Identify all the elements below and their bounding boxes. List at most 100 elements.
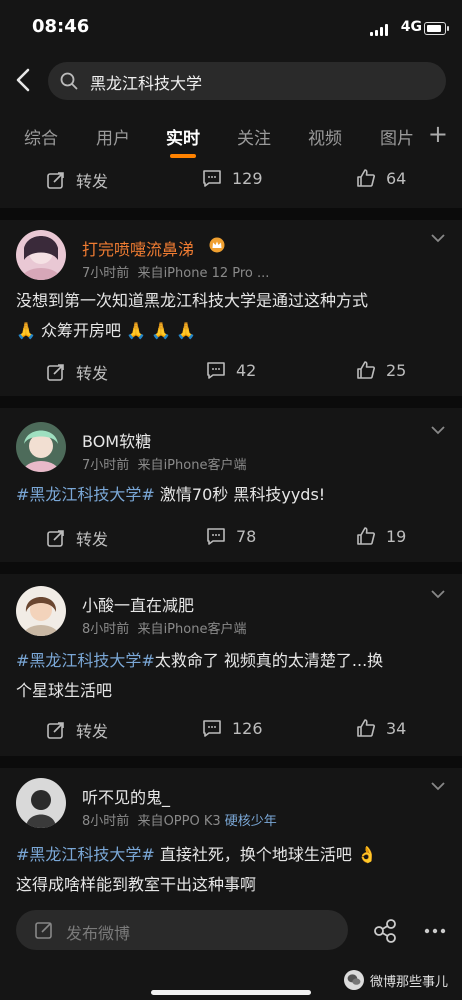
thumbs-up-icon <box>357 169 375 187</box>
chevron-down-icon[interactable] <box>430 232 446 244</box>
thumbs-up-icon <box>357 527 375 545</box>
post-time: 8小时前 <box>82 814 130 829</box>
comment-count: 78 <box>236 526 257 546</box>
search-query: 黑龙江科技大学 <box>90 74 203 93</box>
username[interactable]: 小酸一直在减肥 <box>82 592 194 616</box>
vip-crown-icon <box>209 237 225 253</box>
repost-icon <box>47 722 64 739</box>
post-source: iPhone客户端 <box>163 622 247 637</box>
chevron-down-icon[interactable] <box>430 780 446 792</box>
add-tab-icon[interactable]: + <box>428 120 448 148</box>
tab-following[interactable]: 关注 <box>237 124 271 149</box>
post-time: 8小时前 <box>82 622 130 637</box>
status-time: 08:46 <box>32 16 90 37</box>
repost-button[interactable]: 转发 <box>46 360 108 384</box>
avatar[interactable] <box>16 586 66 636</box>
post-actions: 转发 126 34 <box>0 718 462 748</box>
post-time: 7小时前 <box>82 458 130 473</box>
tab-video[interactable]: 视频 <box>308 124 342 149</box>
post-meta: 7小时前 来自iPhone 12 Pro ... <box>82 262 269 281</box>
back-arrow-icon[interactable] <box>12 66 36 94</box>
source-prefix: 来自 <box>137 458 164 473</box>
like-count: 64 <box>386 168 407 188</box>
post-text-line: 🙏 众筹开房吧 🙏 🙏 🙏 <box>16 321 197 340</box>
share-icon[interactable] <box>372 918 398 944</box>
battery-icon <box>424 22 449 35</box>
repost-button[interactable]: 转发 <box>46 526 108 550</box>
like-count: 25 <box>386 360 407 380</box>
avatar[interactable] <box>16 778 66 828</box>
post-text: #黑龙江科技大学# 直接社死，换个地球生活吧 👌 这得成啥样能到教室干出这种事啊 <box>16 840 446 900</box>
edit-icon <box>35 922 52 939</box>
post-text-body: 直接社死，换个地球生活吧 👌 <box>154 845 377 864</box>
like-button[interactable]: 34 <box>356 718 406 738</box>
comment-button[interactable]: 126 <box>202 718 263 738</box>
chevron-down-icon[interactable] <box>430 424 446 436</box>
signal-icon <box>370 24 390 36</box>
source-prefix: 来自 <box>137 814 164 829</box>
like-count: 19 <box>386 526 407 546</box>
hashtag-link[interactable]: #黑龙江科技大学# <box>16 651 155 670</box>
comment-button[interactable]: 78 <box>206 526 256 546</box>
post-actions: 转发 42 25 <box>0 360 462 390</box>
username[interactable]: 打完喷嚏流鼻涕 <box>82 236 194 260</box>
post-source: iPhone客户端 <box>163 458 247 473</box>
repost-label: 转发 <box>76 530 109 549</box>
repost-icon <box>47 530 64 547</box>
post-meta: 8小时前 来自OPPO K3 硬核少年 <box>82 810 277 829</box>
post-card[interactable]: 听不见的鬼_ 8小时前 来自OPPO K3 硬核少年 #黑龙江科技大学# 直接社… <box>0 778 462 904</box>
compose-placeholder: 发布微博 <box>66 924 131 943</box>
search-icon <box>60 72 78 90</box>
tab-comprehensive[interactable]: 综合 <box>24 124 58 149</box>
home-indicator <box>151 990 311 995</box>
post-text: #黑龙江科技大学#太救命了 视频真的太清楚了...换 个星球生活吧 <box>16 646 446 706</box>
post-meta: 8小时前 来自iPhone客户端 <box>82 618 246 637</box>
tab-realtime[interactable]: 实时 <box>166 124 200 149</box>
like-button[interactable]: 19 <box>356 526 406 546</box>
source-badge[interactable]: 硬核少年 <box>225 814 277 829</box>
username[interactable]: BOM软糖 <box>82 428 151 452</box>
compose-input[interactable]: 发布微博 <box>16 910 348 950</box>
post-text: 没想到第一次知道黑龙江科技大学是通过这种方式 🙏 众筹开房吧 🙏 🙏 🙏 <box>16 286 446 346</box>
post-source: iPhone 12 Pro ... <box>163 266 270 281</box>
comment-count: 129 <box>232 168 263 188</box>
repost-button[interactable]: 转发 <box>46 168 108 192</box>
chevron-down-icon[interactable] <box>430 588 446 600</box>
hashtag-link[interactable]: #黑龙江科技大学# <box>16 845 155 864</box>
repost-label: 转发 <box>76 722 109 741</box>
tab-users[interactable]: 用户 <box>96 124 130 149</box>
thumbs-up-icon <box>357 361 375 379</box>
post-actions: 转发 78 19 <box>0 526 462 556</box>
comment-count: 42 <box>236 360 257 380</box>
post-text-body: 太救命了 视频真的太清楚了...换 <box>154 651 384 670</box>
comment-button[interactable]: 129 <box>202 168 263 188</box>
repost-label: 转发 <box>76 172 109 191</box>
avatar[interactable] <box>16 230 66 280</box>
post-card[interactable]: 打完喷嚏流鼻涕 7小时前 来自iPhone 12 Pro ... 没想到第一次知… <box>0 230 462 390</box>
repost-button[interactable]: 转发 <box>46 718 108 742</box>
comment-icon <box>207 528 225 545</box>
post-text-line: 个星球生活吧 <box>16 681 113 700</box>
source-prefix: 来自 <box>137 266 164 281</box>
post-text-line: 这得成啥样能到教室干出这种事啊 <box>16 875 257 894</box>
bottom-toolbar: 发布微博 微博那些事儿 <box>0 904 462 1000</box>
feed-divider <box>0 562 462 574</box>
tab-bar: 综合 用户 实时 关注 视频 图片 + <box>0 116 462 162</box>
post-card[interactable]: 小酸一直在减肥 8小时前 来自iPhone客户端 #黑龙江科技大学#太救命了 视… <box>0 586 462 756</box>
tab-images[interactable]: 图片 <box>380 124 414 149</box>
comment-icon <box>203 170 221 187</box>
search-input[interactable]: 黑龙江科技大学 <box>48 62 446 100</box>
like-button[interactable]: 64 <box>356 168 406 188</box>
active-tab-indicator <box>170 154 196 158</box>
more-icon[interactable] <box>422 918 448 944</box>
hashtag-link[interactable]: #黑龙江科技大学# <box>16 485 155 504</box>
post-card[interactable]: BOM软糖 7小时前 来自iPhone客户端 #黑龙江科技大学# 激情70秒 黑… <box>0 422 462 562</box>
comment-icon <box>203 720 221 737</box>
like-button[interactable]: 25 <box>356 360 406 380</box>
comment-button[interactable]: 42 <box>206 360 256 380</box>
avatar[interactable] <box>16 422 66 472</box>
username[interactable]: 听不见的鬼_ <box>82 784 170 808</box>
watermark: 微博那些事儿 <box>343 970 448 990</box>
post-text-body: 激情70秒 黑科技yyds! <box>154 485 326 504</box>
post-actions: 转发 129 64 <box>0 168 462 198</box>
